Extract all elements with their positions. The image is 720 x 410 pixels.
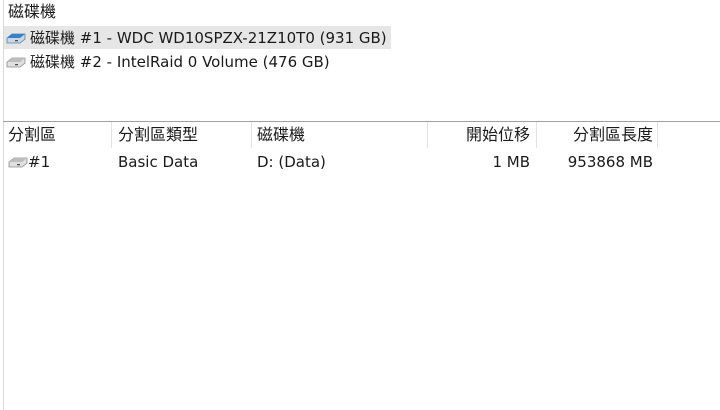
column-header-partition[interactable]: 分割區 xyxy=(8,122,56,148)
drive-cell: D: (Data) xyxy=(257,153,326,171)
partition-number: #1 xyxy=(28,153,51,171)
disk-item-1[interactable]: 磁碟機 #1 - WDC WD10SPZX-21Z10T0 (931 GB) xyxy=(4,26,391,49)
column-header-partition-type[interactable]: 分割區類型 xyxy=(118,122,198,148)
column-header-drive[interactable]: 磁碟機 xyxy=(257,122,305,148)
disks-panel-title: 磁碟機 xyxy=(8,2,57,21)
column-header-start-offset[interactable]: 開始位移 xyxy=(430,122,530,148)
partition-cell: #1 xyxy=(8,150,50,174)
column-header-partition-length[interactable]: 分割區長度 xyxy=(540,122,653,148)
hdd-icon xyxy=(6,57,26,67)
column-separator[interactable] xyxy=(536,122,537,148)
disk-item-label: 磁碟機 #2 - IntelRaid 0 Volume (476 GB) xyxy=(30,53,330,71)
disk-item-label: 磁碟機 #1 - WDC WD10SPZX-21Z10T0 (931 GB) xyxy=(30,29,387,47)
partitions-table-header: 分割區 分割區類型 磁碟機 開始位移 分割區長度 xyxy=(0,122,720,148)
column-separator[interactable] xyxy=(657,122,658,148)
column-separator[interactable] xyxy=(427,122,428,148)
window: 磁碟機 磁碟機 #1 - WDC WD10SPZX-21Z10T0 (931 G… xyxy=(0,0,720,410)
column-separator[interactable] xyxy=(251,122,252,148)
start-offset-cell: 1 MB xyxy=(492,153,530,171)
disks-panel: 磁碟機 磁碟機 #1 - WDC WD10SPZX-21Z10T0 (931 G… xyxy=(0,0,720,121)
partition-type-cell: Basic Data xyxy=(118,153,199,171)
hdd-icon xyxy=(6,33,26,43)
partition-length-cell: 953868 MB xyxy=(567,153,653,171)
table-row[interactable]: #1 Basic Data D: (Data) 1 MB 953868 MB xyxy=(0,150,720,174)
partition-icon xyxy=(8,157,28,168)
disk-item-2[interactable]: 磁碟機 #2 - IntelRaid 0 Volume (476 GB) xyxy=(4,50,334,73)
column-separator[interactable] xyxy=(111,122,112,148)
